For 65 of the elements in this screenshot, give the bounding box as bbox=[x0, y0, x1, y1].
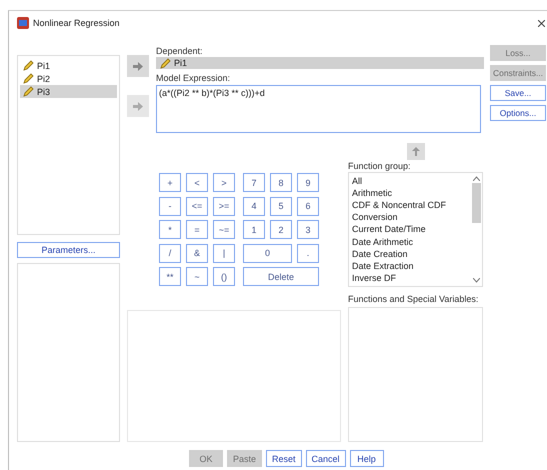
side-button[interactable]: Options... bbox=[490, 105, 546, 121]
keypad-key[interactable]: 4 bbox=[243, 196, 265, 216]
function-group-item[interactable]: Inverse DF bbox=[352, 272, 468, 284]
insert-button[interactable] bbox=[406, 143, 424, 160]
keypad-key[interactable]: & bbox=[186, 244, 208, 262]
keypad-key[interactable]: = bbox=[186, 220, 208, 239]
keypad-key[interactable]: 6 bbox=[297, 196, 319, 216]
arrow-icon bbox=[133, 102, 143, 110]
function-group-label: Function group: bbox=[348, 160, 412, 172]
dependent-label: Dependent: bbox=[156, 45, 204, 57]
keypad-key[interactable]: 7 bbox=[243, 173, 265, 192]
variable-item[interactable]: Pi2 bbox=[20, 72, 117, 85]
function-group-item[interactable]: Date Creation bbox=[352, 248, 468, 260]
app-icon bbox=[17, 17, 29, 29]
keypad-key[interactable]: 5 bbox=[270, 196, 292, 216]
function-group-item[interactable]: All bbox=[352, 175, 468, 188]
keypad-key[interactable]: Delete bbox=[243, 267, 319, 286]
scroll-down-icon[interactable] bbox=[473, 278, 480, 283]
keypad-key[interactable]: 3 bbox=[297, 220, 319, 239]
window-title: Nonlinear Regression bbox=[33, 18, 120, 28]
keypad-key[interactable]: 2 bbox=[270, 220, 292, 239]
function-group-item[interactable]: Date Arithmetic bbox=[352, 236, 468, 248]
keypad-key[interactable]: 1 bbox=[243, 220, 265, 239]
function-group-item[interactable]: Date Extraction bbox=[352, 260, 468, 272]
close-icon[interactable] bbox=[538, 20, 545, 26]
dialog-button[interactable]: Help bbox=[350, 450, 384, 467]
variable-item[interactable]: Pi3 bbox=[20, 85, 117, 98]
keypad-key[interactable]: ~= bbox=[213, 220, 235, 239]
keypad-key[interactable]: > bbox=[213, 173, 235, 192]
function-group-item[interactable]: CDF & Noncentral CDF bbox=[352, 199, 468, 212]
keypad-key[interactable]: ~ bbox=[186, 267, 208, 286]
expression-field[interactable]: (a*((Pi2 ** b)*(Pi3 ** c)))+d bbox=[156, 85, 481, 133]
move-button[interactable] bbox=[127, 55, 149, 77]
scroll-up-icon[interactable] bbox=[473, 176, 480, 181]
function-group-item[interactable]: Conversion bbox=[352, 211, 468, 224]
dialog-button[interactable]: Reset bbox=[266, 450, 302, 467]
keypad-key[interactable]: + bbox=[159, 173, 181, 192]
keypad-key[interactable]: / bbox=[159, 244, 181, 262]
keypad-key[interactable]: . bbox=[297, 244, 319, 262]
pencil-icon bbox=[160, 58, 171, 68]
model-expression-label: Model Expression: bbox=[156, 72, 232, 84]
dependent-field[interactable]: Pi1 bbox=[156, 57, 484, 69]
function-group-item[interactable]: Arithmetic bbox=[352, 187, 468, 200]
keypad-key[interactable]: 0 bbox=[243, 244, 292, 262]
function-group-item[interactable]: Current Date/Time bbox=[352, 223, 468, 236]
keypad-key[interactable]: ** bbox=[159, 267, 181, 286]
keypad-key[interactable]: <= bbox=[186, 196, 208, 216]
functions-label: Functions and Special Variables: bbox=[348, 293, 480, 305]
keypad-key[interactable]: * bbox=[159, 220, 181, 239]
up-arrow-icon bbox=[412, 147, 420, 156]
keypad-key[interactable]: - bbox=[159, 196, 181, 216]
move-button[interactable] bbox=[127, 95, 149, 117]
pencil-icon bbox=[23, 60, 34, 71]
keypad-key[interactable]: < bbox=[186, 173, 208, 192]
keypad-key[interactable]: | bbox=[213, 244, 235, 262]
keypad-key[interactable]: () bbox=[213, 267, 235, 286]
keypad-key[interactable]: >= bbox=[213, 196, 235, 216]
side-button[interactable]: Save... bbox=[490, 85, 546, 101]
pencil-icon bbox=[23, 86, 34, 97]
keypad-key[interactable]: 8 bbox=[270, 173, 292, 192]
parameters-button[interactable]: Parameters... bbox=[17, 242, 120, 258]
keypad-key[interactable]: 9 bbox=[297, 173, 319, 192]
variable-item[interactable]: Pi1 bbox=[20, 59, 117, 72]
dialog-button[interactable]: Cancel bbox=[306, 450, 346, 467]
arrow-icon bbox=[133, 62, 143, 70]
